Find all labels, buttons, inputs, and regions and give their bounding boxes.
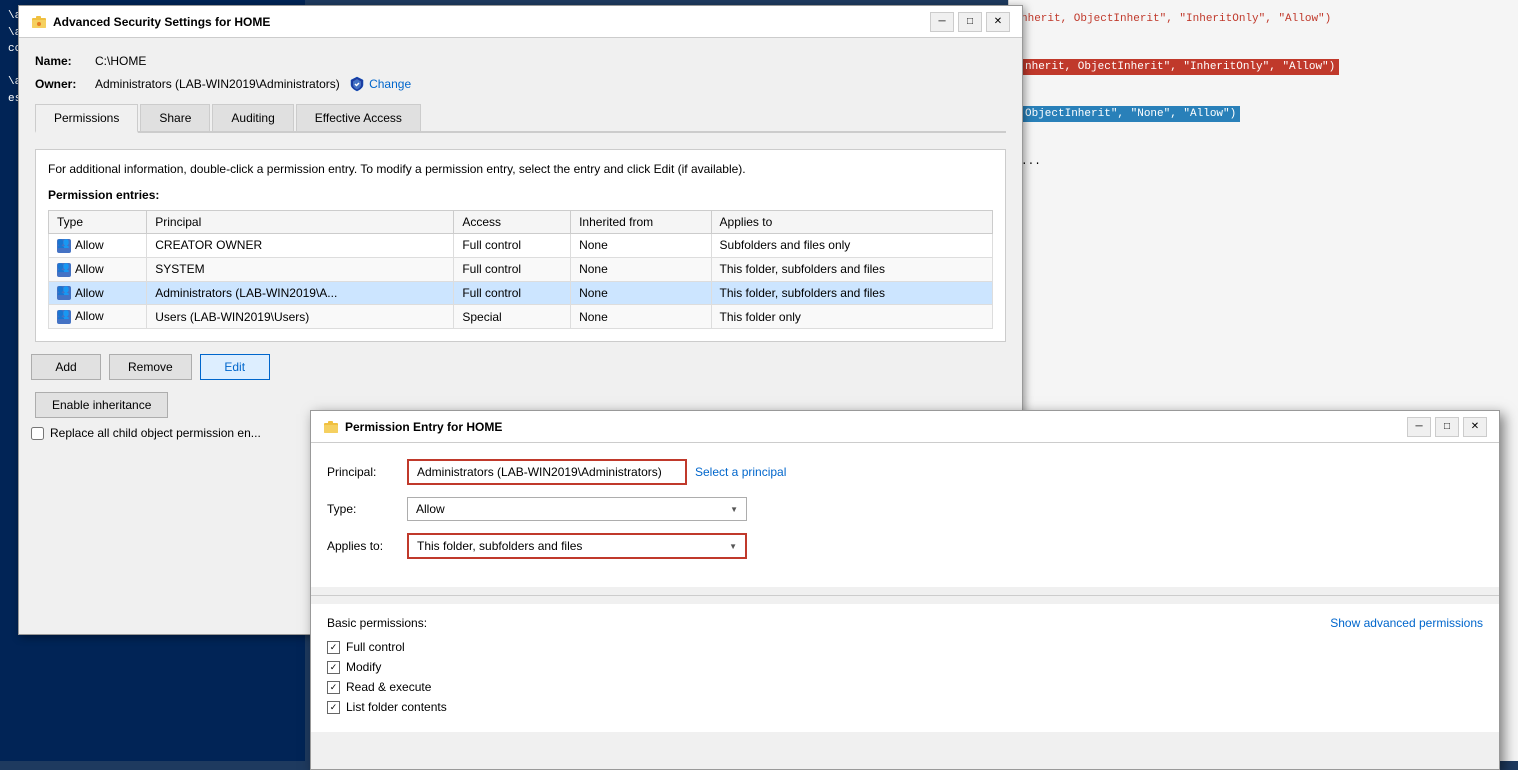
applies-to-dropdown-arrow: ▼ [729,542,737,551]
info-text: For additional information, double-click… [48,162,993,176]
perm-read-execute-row: Read & execute [327,680,1483,694]
read-execute-checkbox[interactable] [327,681,340,694]
tab-share[interactable]: Share [140,104,210,131]
perm-entry-controls: ─ □ ✕ [1407,417,1487,437]
col-access: Access [454,211,571,234]
list-folder-checkbox[interactable] [327,701,340,714]
name-value: C:\HOME [95,54,146,68]
security-folder-icon [31,14,47,30]
permission-entries-label: Permission entries: [48,188,993,202]
show-advanced-link[interactable]: Show advanced permissions [1330,616,1483,630]
principal-value: Administrators (LAB-WIN2019\Administrato… [417,465,662,479]
user-icon [57,286,71,300]
main-dialog-close-btn[interactable]: ✕ [986,12,1010,32]
perm-entry-title: Permission Entry for HOME [345,420,502,434]
perm-entry-titlebar: Permission Entry for HOME ─ □ ✕ [311,411,1499,443]
perm-entry-title-area: Permission Entry for HOME [323,419,502,435]
type-dropdown-value: Allow [416,502,445,516]
user-icon [57,310,71,324]
edit-button[interactable]: Edit [200,354,270,380]
owner-value: Administrators (LAB-WIN2019\Administrato… [95,77,340,91]
basic-permissions-label: Basic permissions: [327,616,427,630]
principal-label: Principal: [327,465,407,479]
main-dialog-maximize-btn[interactable]: □ [958,12,982,32]
user-icon [57,263,71,277]
table-row[interactable]: Allow Users (LAB-WIN2019\Users) Special … [49,305,993,329]
change-link[interactable]: Change [369,77,411,91]
code-line-5: ObjectInherit", "None", "Allow") [1017,103,1510,127]
perm-entry-close-btn[interactable]: ✕ [1463,417,1487,437]
table-row[interactable]: Allow CREATOR OWNER Full control None Su… [49,234,993,258]
applies-to-label: Applies to: [327,539,407,553]
basic-permissions-section: Basic permissions: Show advanced permiss… [311,604,1499,732]
permission-table: Type Principal Access Inherited from App… [48,210,993,329]
code-line-1: nherit, ObjectInherit", "InheritOnly", "… [1017,8,1510,32]
select-principal-link[interactable]: Select a principal [695,465,786,479]
full-control-label: Full control [346,640,405,654]
perm-modify-row: Modify [327,660,1483,674]
main-dialog-title: Advanced Security Settings for HOME [53,15,270,29]
remove-button[interactable]: Remove [109,354,192,380]
main-dialog-titlebar: Advanced Security Settings for HOME ─ □ … [19,6,1022,38]
code-line-4 [1017,79,1510,103]
table-row[interactable]: Allow Administrators (LAB-WIN2019\A... F… [49,281,993,305]
code-line-2 [1017,32,1510,56]
permission-entry-dialog: Permission Entry for HOME ─ □ ✕ Principa… [310,410,1500,770]
perm-full-control-row: Full control [327,640,1483,654]
main-dialog-content: Name: C:\HOME Owner: Administrators (LAB… [19,38,1022,149]
shield-uac-icon [349,76,365,92]
replace-checkbox-label: Replace all child object permission en..… [50,426,261,440]
code-line-6 [1017,127,1510,151]
principal-row: Principal: Administrators (LAB-WIN2019\A… [327,459,1483,485]
code-line-3: nherit, ObjectInherit", "InheritOnly", "… [1017,56,1510,80]
dialog-body-panel: For additional information, double-click… [35,149,1006,342]
table-row[interactable]: Allow SYSTEM Full control None This fold… [49,257,993,281]
add-button[interactable]: Add [31,354,101,380]
full-control-checkbox[interactable] [327,641,340,654]
type-dropdown[interactable]: Allow ▼ [407,497,747,521]
read-execute-label: Read & execute [346,680,431,694]
name-label: Name: [35,54,95,68]
owner-label: Owner: [35,77,95,91]
list-folder-label: List folder contents [346,700,447,714]
main-dialog-controls: ─ □ ✕ [930,12,1010,32]
modify-checkbox[interactable] [327,661,340,674]
type-label: Type: [327,502,407,516]
type-dropdown-arrow: ▼ [730,505,738,514]
applies-to-row: Applies to: This folder, subfolders and … [327,533,1483,559]
tab-effective-access[interactable]: Effective Access [296,104,421,131]
code-line-7: ... [1017,151,1510,175]
perm-entry-minimize-btn[interactable]: ─ [1407,417,1431,437]
col-applies-to: Applies to [711,211,992,234]
perm-list-folder-row: List folder contents [327,700,1483,714]
applies-to-dropdown-value: This folder, subfolders and files [417,539,582,553]
modify-label: Modify [346,660,381,674]
perm-entry-folder-icon [323,419,339,435]
perm-entry-maximize-btn[interactable]: □ [1435,417,1459,437]
principal-value-box: Administrators (LAB-WIN2019\Administrato… [407,459,687,485]
main-dialog-title-area: Advanced Security Settings for HOME [31,14,270,30]
user-icon [57,239,71,253]
enable-inheritance-button[interactable]: Enable inheritance [35,392,168,418]
basic-perms-header: Basic permissions: Show advanced permiss… [327,616,1483,630]
perm-entry-content: Principal: Administrators (LAB-WIN2019\A… [311,443,1499,587]
name-row: Name: C:\HOME [35,54,1006,68]
replace-checkbox[interactable] [31,427,44,440]
owner-row: Owner: Administrators (LAB-WIN2019\Admin… [35,76,1006,92]
main-dialog-action-buttons: Add Remove Edit [19,354,1022,392]
col-inherited-from: Inherited from [571,211,711,234]
code-highlight-red: nherit, ObjectInherit", "InheritOnly", "… [1021,59,1339,75]
code-highlight-blue: ObjectInherit", "None", "Allow") [1021,106,1240,122]
type-row: Type: Allow ▼ [327,497,1483,521]
tab-auditing[interactable]: Auditing [212,104,293,131]
col-principal: Principal [147,211,454,234]
main-dialog-minimize-btn[interactable]: ─ [930,12,954,32]
tabs-container: Permissions Share Auditing Effective Acc… [35,104,1006,133]
col-type: Type [49,211,147,234]
applies-to-dropdown[interactable]: This folder, subfolders and files ▼ [407,533,747,559]
section-divider [311,595,1499,596]
tab-permissions[interactable]: Permissions [35,104,138,133]
